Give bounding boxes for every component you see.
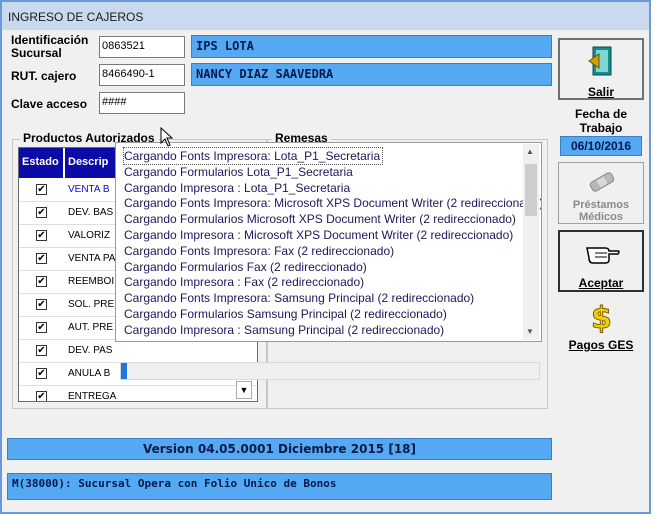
list-item[interactable]: Cargando Fonts Impresora: Fax (2 redirec… [124, 243, 394, 259]
row-checkbox[interactable]: ✔ [36, 230, 47, 241]
progress-fill [121, 363, 127, 379]
list-item[interactable]: Cargando Formularios Lota_P1_Secretaria [124, 164, 353, 180]
branch-name-display: IPS LOTA [191, 35, 552, 58]
row-description: AUT. PRE [68, 322, 114, 333]
version-bar: Version 04.05.0001 Diciembre 2015 [18] [7, 438, 552, 460]
row-description: ANULA B [68, 368, 111, 379]
pagos-label: Pagos GES [568, 338, 634, 352]
list-item[interactable]: Cargando Fonts Impresora: Samsung Princi… [124, 290, 474, 306]
row-checkbox[interactable]: ✔ [36, 276, 47, 287]
prestamos-medicos-button[interactable]: Préstamos Médicos [558, 162, 644, 224]
list-item[interactable]: Cargando Impresora : Fax (2 redirecciona… [124, 274, 364, 290]
prestamos-label: Préstamos Médicos [572, 199, 630, 223]
list-item[interactable]: Cargando Formularios Samsung Principal (… [124, 306, 447, 322]
aceptar-button[interactable]: Aceptar [558, 230, 644, 292]
list-item[interactable]: Cargando Fonts Impresora: Microsoft XPS … [124, 195, 541, 211]
password-field[interactable]: #### [99, 92, 185, 114]
scroll-thumb[interactable] [525, 164, 537, 216]
scroll-down-icon[interactable]: ▼ [526, 327, 534, 336]
col-header-estado[interactable]: Estado [19, 148, 64, 178]
table-row[interactable]: ✔ ENTREGA [19, 386, 257, 402]
loading-log-list[interactable]: Cargando Fonts Impresora: Lota_P1_Secret… [115, 142, 542, 342]
salir-button[interactable]: Salir [558, 38, 644, 100]
svg-text:$: $ [591, 301, 612, 334]
row-checkbox[interactable]: ✔ [36, 368, 47, 379]
mouse-cursor-icon [160, 127, 174, 147]
list-item[interactable]: Cargando Impresora : Samsung Principal (… [124, 322, 444, 338]
title-bar: INGRESO DE CAJEROS [2, 2, 649, 30]
aceptar-label: Aceptar [578, 276, 624, 290]
fecha-trabajo-value: 06/10/2016 [560, 136, 642, 156]
status-message: M(38000): Sucursal Opera con Folio Unico… [7, 473, 552, 500]
popup-scrollbar[interactable]: ▲ ▼ [523, 144, 539, 340]
row-checkbox[interactable]: ✔ [36, 345, 47, 356]
rut-field[interactable]: 8466490-1 [99, 64, 185, 86]
row-checkbox[interactable]: ✔ [36, 391, 47, 401]
scroll-up-icon[interactable]: ▲ [526, 147, 534, 156]
cashier-name-display: NANCY DIAZ SAAVEDRA [191, 63, 552, 86]
row-description: REEMBOI [68, 276, 115, 287]
row-checkbox[interactable]: ✔ [36, 253, 47, 264]
row-checkbox[interactable]: ✔ [36, 184, 47, 195]
list-item[interactable]: Cargando Impresora : Lota_P1_Secretaria [124, 180, 350, 196]
row-description: DEV. BAS [68, 207, 114, 218]
loading-progress-bar [120, 362, 540, 380]
list-item[interactable]: Cargando Impresora : Microsoft XPS Docum… [124, 227, 513, 243]
salir-label: Salir [587, 85, 614, 99]
bandage-icon [589, 172, 615, 192]
row-description: SOL. PRE [68, 299, 115, 310]
rut-label: RUT. cajero [11, 69, 77, 83]
table-row[interactable]: ✔ DEV. PAS [19, 340, 257, 363]
row-description: VENTA B [68, 184, 110, 195]
list-item[interactable]: Cargando Fonts Impresora: Lota_P1_Secret… [122, 147, 384, 165]
row-description: VENTA PA [68, 253, 116, 264]
row-checkbox[interactable]: ✔ [36, 322, 47, 333]
main-window: INGRESO DE CAJEROS Identificación Sucurs… [0, 0, 651, 514]
list-item[interactable]: Cargando Formularios Fax (2 redirecciona… [124, 259, 367, 275]
password-label: Clave acceso [11, 97, 88, 111]
row-checkbox[interactable]: ✔ [36, 207, 47, 218]
row-description: VALORIZ [68, 230, 111, 241]
fecha-trabajo-label: Fecha de Trabajo [574, 107, 628, 135]
row-description: ENTREGA [68, 391, 117, 402]
list-item[interactable]: Cargando Formularios Microsoft XPS Docum… [124, 211, 516, 227]
exit-door-icon [588, 46, 612, 76]
branch-label: Identificación Sucursal [11, 33, 89, 60]
row-description: DEV. PAS [68, 345, 113, 356]
window-title: INGRESO DE CAJEROS [8, 10, 144, 24]
row-checkbox[interactable]: ✔ [36, 299, 47, 310]
row-dropdown-arrow-icon[interactable]: ▼ [236, 381, 252, 399]
pagos-ges-button[interactable]: $ Pagos GES [558, 298, 644, 358]
pointing-hand-icon [586, 247, 620, 264]
dollar-icon: $ [591, 301, 613, 335]
branch-id-field[interactable]: 0863521 [99, 36, 185, 58]
